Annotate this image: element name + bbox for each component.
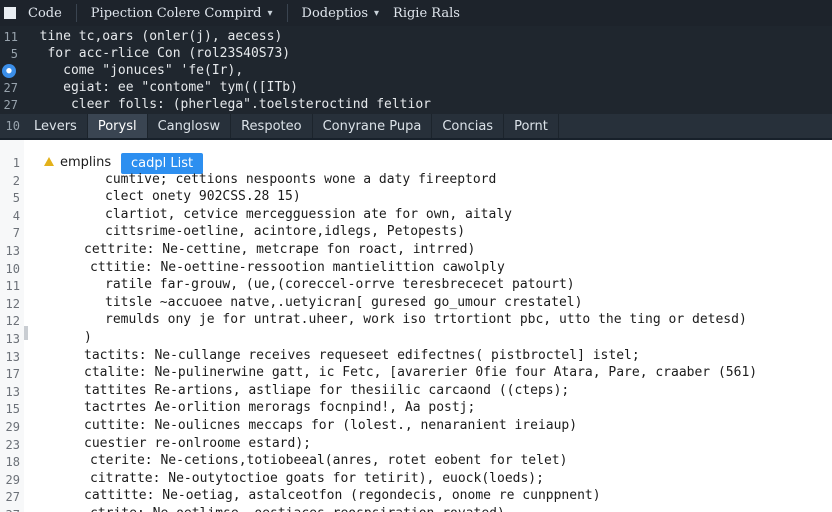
- chip-label: cadpl List: [131, 156, 194, 171]
- code-line: 11 tine tc,oars (onler(j), aecess): [0, 28, 832, 45]
- line-number: 29: [5, 472, 20, 487]
- line-number: 18: [5, 455, 20, 470]
- line-number: 27: [5, 490, 20, 505]
- code-text: clartiot, cetvice mercegguession ate for…: [105, 206, 512, 222]
- menu-dodeptios[interactable]: Dodeptios ▾: [302, 6, 380, 21]
- code-text: tactits: Ne-cullange receives requeseet …: [84, 347, 640, 363]
- tab-label: Concias: [442, 118, 494, 134]
- code-text: cleer folls: (pherlega".toelsteroctind f…: [24, 97, 431, 112]
- line-number: 12: [5, 314, 20, 329]
- menu-code[interactable]: Code: [28, 6, 62, 21]
- warning-label: emplins: [60, 155, 112, 170]
- tab-pornt[interactable]: Pornt: [504, 114, 559, 138]
- code-text: tattites Re-artions, astliape for thesii…: [84, 382, 570, 398]
- line-number: 15: [5, 402, 20, 417]
- tab-label: Conyrane Pupa: [322, 118, 422, 134]
- line-number: 13: [5, 332, 20, 346]
- code-text: cterite: Ne-cetions,totiobeeal(anres, ro…: [90, 453, 568, 469]
- app-logo-icon: [4, 7, 16, 19]
- line-number: 13: [5, 384, 20, 399]
- code-text: cuttite: Ne-oulicnes meccaps for (lolest…: [84, 418, 578, 433]
- menu-rigie-rals-label: Rigie Rals: [393, 5, 460, 21]
- code-text: cuestier re-onlroome estard);: [84, 435, 311, 451]
- code-text: tine tc,oars (onler(j), aecess): [24, 29, 283, 44]
- tab-canglosw[interactable]: Canglosw: [148, 114, 232, 138]
- code-text: ctalite: Ne-pulinerwine gatt, ic Fetc, […: [84, 365, 758, 381]
- line-number: 23: [5, 437, 20, 452]
- line-number: 7: [12, 226, 20, 241]
- menu-pipection[interactable]: Pipection Colere Compird ▾: [91, 6, 273, 21]
- code-text: remulds ony je for untrat.uheer, work is…: [105, 312, 747, 328]
- line-number: 17: [5, 367, 20, 382]
- line-number: 27: [3, 97, 18, 112]
- code-text: ctrite: Ne-oetlimse. oestiaces reospsira…: [90, 506, 505, 512]
- line-number: 2: [12, 173, 20, 188]
- tab-label: Canglosw: [157, 118, 221, 134]
- line-number: 5: [10, 46, 18, 61]
- line-number: 10: [5, 119, 20, 133]
- code-line: come "jonuces" 'fe(Ir),: [0, 62, 832, 79]
- line-number: 4: [12, 208, 20, 223]
- code-line: 5 for acc-rlice Con (rol23S40S73): [0, 45, 832, 62]
- tab-porysl[interactable]: Porysl: [87, 114, 148, 138]
- code-text: come "jonuces" 'fe(Ir),: [24, 63, 244, 78]
- breakpoint-icon[interactable]: ●: [2, 64, 16, 78]
- menu-pipection-label: Pipection Colere Compird: [90, 5, 262, 21]
- line-number: 11: [5, 279, 20, 294]
- line-number: 13: [5, 244, 20, 258]
- tab-levers[interactable]: Levers: [24, 114, 88, 138]
- line-number: 37: [0, 508, 20, 512]
- panel-tab-bar: 10 Levers Porysl Canglosw Respoteo Conyr…: [0, 114, 832, 140]
- code-line: 27 cleer folls: (pherlega".toelsteroctin…: [0, 96, 832, 113]
- code-line: 27 egiat: ee "contome" tym(([ITb): [0, 79, 832, 96]
- chevron-down-icon: ▾: [374, 7, 380, 19]
- tab-concias[interactable]: Concias: [432, 114, 505, 138]
- code-editor-window: Code Pipection Colere Compird ▾ Dodeptio…: [0, 0, 832, 512]
- menu-code-label: Code: [28, 5, 62, 21]
- tab-label: Porysl: [97, 118, 137, 134]
- line-number: 29: [5, 420, 20, 434]
- menu-rigie-rals[interactable]: Rigie Rals: [393, 6, 460, 21]
- code-text: cttitie: Ne-oettine-ressootion mantielit…: [90, 259, 505, 275]
- code-text: egiat: ee "contome" tym(([ITb): [24, 80, 298, 95]
- chevron-down-icon: ▾: [267, 7, 273, 19]
- code-text: cettrite: Ne-cettine, metcrape fon roact…: [84, 242, 476, 257]
- tab-label: Pornt: [514, 118, 548, 134]
- menu-dodeptios-label: Dodeptios: [301, 5, 368, 21]
- line-number: 27: [3, 80, 18, 95]
- code-text: ratile far-grouw, (ue,(coreccel-orrve te…: [105, 277, 575, 293]
- code-text: citratte: Ne-outytoctioe goats for tetir…: [90, 470, 544, 486]
- main-code-editor[interactable]: emplins cadpl List 1 2 cumtive; cettions n…: [0, 140, 832, 512]
- fold-marker[interactable]: [24, 326, 28, 340]
- tab-respoteo[interactable]: Respoteo: [231, 114, 313, 138]
- code-text: cittsrime-oetline, acintore,idlegs, Peto…: [105, 224, 466, 240]
- code-text: titsle ~accuoee natve,.uetyicran[ gurese…: [105, 294, 583, 310]
- tab-label: Levers: [34, 118, 77, 134]
- tab-label: Respoteo: [241, 118, 302, 134]
- menubar: Code Pipection Colere Compird ▾ Dodeptio…: [0, 0, 832, 26]
- line-number: 10: [5, 261, 20, 276]
- code-text: ): [84, 330, 92, 345]
- line-number: 12: [5, 296, 20, 311]
- code-text: tactrtes Ae-orlition merorags focnpind!,…: [84, 400, 476, 416]
- line-number: 13: [5, 349, 20, 364]
- tab-conyrane-pupa[interactable]: Conyrane Pupa: [313, 114, 433, 138]
- menu-divider: [286, 4, 288, 22]
- code-text: cattitte: Ne-oetiag, astalceotfon (regon…: [84, 488, 601, 504]
- top-code-pane[interactable]: 11 tine tc,oars (onler(j), aecess) 5 for…: [0, 26, 832, 114]
- code-text: for acc-rlice Con (rol23S40S73): [24, 46, 291, 61]
- code-text: clect onety 902CSS.28 15): [105, 189, 301, 205]
- line-number: 11: [3, 29, 18, 44]
- line-number: 1: [12, 156, 20, 170]
- warning-icon: [44, 157, 54, 166]
- menu-divider: [75, 4, 77, 22]
- code-text: cumtive; cettions nespoonts wone a daty …: [105, 171, 497, 187]
- line-number: 5: [12, 191, 20, 206]
